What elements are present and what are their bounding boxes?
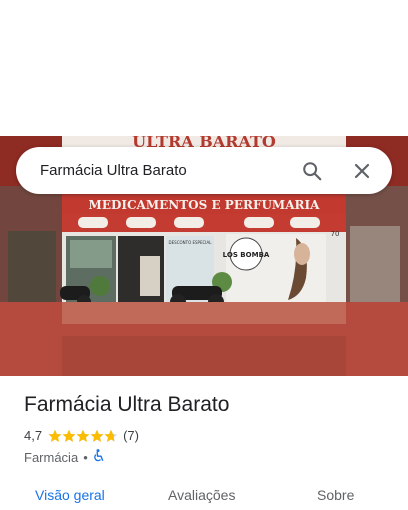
star-rating xyxy=(48,429,118,443)
svg-text:DESCONTO ESPECIAL: DESCONTO ESPECIAL xyxy=(169,240,213,245)
category-row: Farmácia • xyxy=(24,449,105,465)
wheelchair-icon xyxy=(93,449,105,465)
place-title: Farmácia Ultra Barato xyxy=(24,393,230,416)
review-count: (7) xyxy=(123,428,139,443)
separator-dot: • xyxy=(83,449,88,465)
tab-reviews[interactable]: Avaliações xyxy=(168,487,235,503)
svg-text:70: 70 xyxy=(331,230,340,238)
search-input[interactable]: Farmácia Ultra Barato xyxy=(40,162,296,179)
rating-value: 4,7 xyxy=(24,428,43,443)
place-page: ULTRA BARATO MEDICAMENTOS E PERFUMARIA D… xyxy=(0,0,408,510)
svg-text:LOS BOMBA: LOS BOMBA xyxy=(223,251,270,259)
place-info-panel: Farmácia Ultra Barato 4,7 (7) Farmácia •… xyxy=(0,376,408,510)
tab-about[interactable]: Sobre xyxy=(317,487,354,503)
rating-row[interactable]: 4,7 (7) xyxy=(24,428,139,443)
search-icon[interactable] xyxy=(296,155,328,187)
place-tabs: Visão geral Avaliações Sobre xyxy=(0,487,408,510)
svg-text:MEDICAMENTOS E PERFUMARIA: MEDICAMENTOS E PERFUMARIA xyxy=(89,198,321,212)
star-icons xyxy=(48,429,118,442)
category-label: Farmácia xyxy=(24,449,79,465)
close-icon[interactable] xyxy=(346,155,378,187)
tab-overview[interactable]: Visão geral xyxy=(35,487,105,503)
search-bar: Farmácia Ultra Barato xyxy=(16,147,392,194)
